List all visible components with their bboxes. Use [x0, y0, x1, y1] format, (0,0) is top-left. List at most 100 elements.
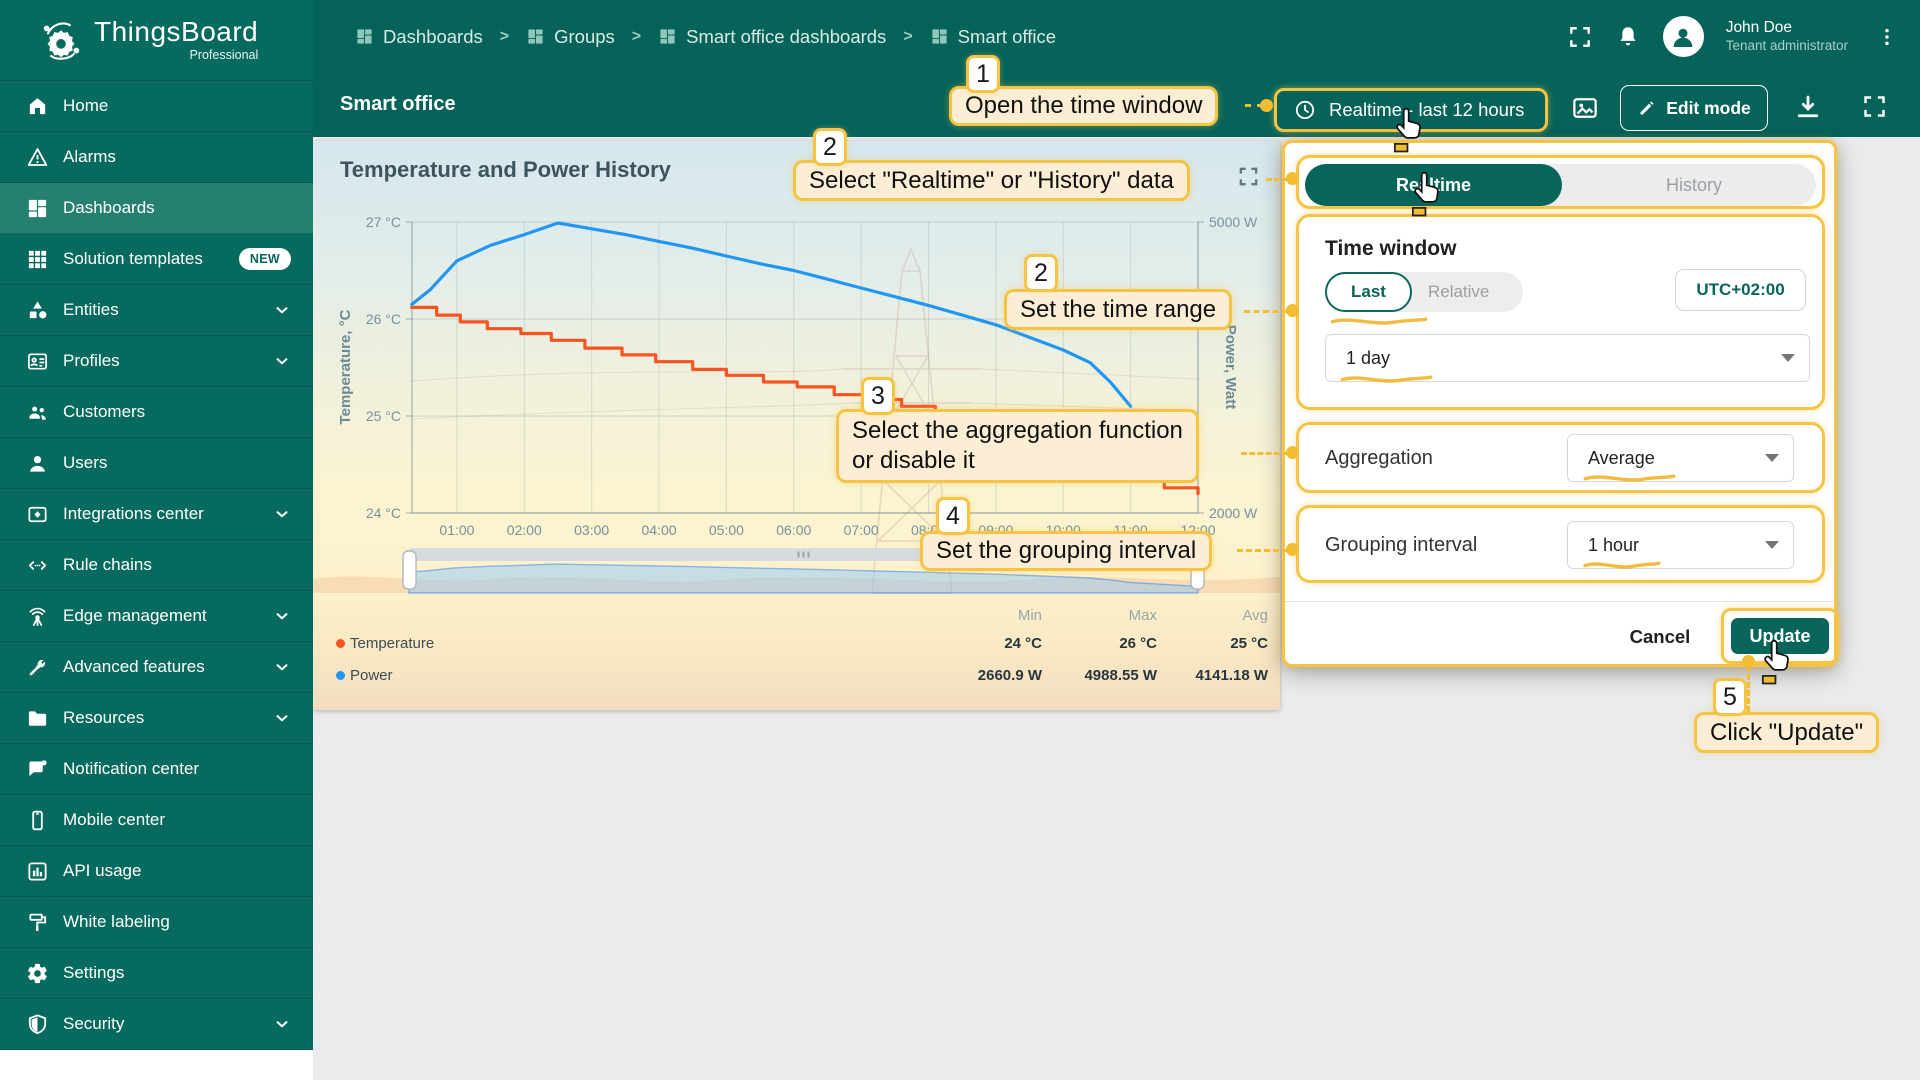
cancel-button[interactable]: Cancel [1615, 621, 1705, 653]
sidebar-item-entities[interactable]: Entities [0, 285, 313, 336]
annotation-5-number: 5 [1713, 678, 1747, 716]
user-role: Tenant administrator [1726, 38, 1848, 55]
last-relative-toggle: Last Relative [1325, 272, 1523, 312]
toggle-relative[interactable]: Relative [1412, 282, 1505, 302]
pencil-icon [1637, 99, 1656, 118]
hand-cursor-icon [1410, 170, 1446, 218]
grouping-label: Grouping interval [1325, 534, 1477, 557]
grouping-section: Grouping interval 1 hour [1296, 505, 1825, 583]
top-header: Dashboards>Groups>Smart office dashboard… [313, 0, 1920, 73]
avatar[interactable] [1663, 16, 1704, 57]
sidebar-item-label: Settings [63, 963, 291, 983]
chevron-down-icon [273, 301, 291, 319]
breadcrumb-item-3[interactable]: Smart office dashboards> [658, 26, 930, 48]
widget-expand-icon[interactable] [1237, 165, 1260, 188]
sidebar-item-api-usage[interactable]: API usage [0, 846, 313, 897]
toolbar-fullscreen-icon[interactable] [1861, 93, 1888, 120]
settings-icon [26, 962, 49, 985]
scribble-underline [1582, 471, 1677, 483]
sidebar-item-rule-chains[interactable]: Rule chains [0, 540, 313, 591]
sidebar-item-users[interactable]: Users [0, 438, 313, 489]
sidebar-item-settings[interactable]: Settings [0, 948, 313, 999]
sidebar-item-edge-management[interactable]: Edge management [0, 591, 313, 642]
kebab-menu-icon[interactable] [1876, 24, 1898, 50]
time-window-section: Time window Last Relative UTC+02:00 1 da… [1296, 214, 1825, 410]
sidebar-item-label: Resources [63, 708, 273, 728]
svg-text:Power, Watt: Power, Watt [1222, 325, 1239, 409]
toggle-last[interactable]: Last [1325, 272, 1412, 312]
integrations-icon [26, 503, 49, 526]
sidebar-item-home[interactable]: Home [0, 81, 313, 132]
edge-icon [26, 605, 49, 628]
sidebar-item-alarms[interactable]: Alarms [0, 132, 313, 183]
sidebar-item-solution-templates[interactable]: Solution templatesNEW [0, 234, 313, 285]
sidebar-item-label: Entities [63, 300, 273, 320]
sidebar-item-notification-center[interactable]: Notification center [0, 744, 313, 795]
legend-avg-value: 25 °C [1230, 635, 1268, 652]
x-tick-label: 05:00 [709, 522, 744, 538]
thingsboard-logo-icon [38, 17, 84, 63]
download-icon[interactable] [1793, 92, 1823, 122]
dashboard-grid-icon [658, 27, 677, 46]
sidebar-item-label: Rule chains [63, 555, 291, 575]
sidebar-item-label: Users [63, 453, 291, 473]
user-name: John Doe [1726, 18, 1848, 37]
sidebar-item-profiles[interactable]: Profiles [0, 336, 313, 387]
sidebar-item-label: Customers [63, 402, 291, 422]
sidebar-item-advanced-features[interactable]: Advanced features [0, 642, 313, 693]
sidebar-item-dashboards[interactable]: Dashboards [0, 183, 313, 234]
legend-avg-value: 4141.18 W [1195, 667, 1268, 684]
sidebar-item-label: Advanced features [63, 657, 273, 677]
annotation-2a-number: 2 [813, 128, 847, 166]
sidebar-item-resources[interactable]: Resources [0, 693, 313, 744]
legend-min-value: 2660.9 W [978, 667, 1042, 684]
annotation-4-label: Set the grouping interval [920, 531, 1212, 571]
scribble-underline [1329, 314, 1429, 326]
sidebar-item-mobile-center[interactable]: Mobile center [0, 795, 313, 846]
annotation-2a-label: Select "Realtime" or "History" data [793, 160, 1190, 201]
page-title: Smart office [340, 93, 456, 116]
breadcrumb-label: Groups [554, 26, 615, 48]
chart-title: Temperature and Power History [340, 157, 671, 183]
legend-dot [336, 671, 345, 680]
breadcrumb-item-4[interactable]: Smart office [930, 26, 1056, 48]
edit-mode-button[interactable]: Edit mode [1620, 85, 1768, 131]
notifications-bell-icon[interactable] [1615, 24, 1641, 50]
aggregation-section: Aggregation Average [1296, 422, 1825, 493]
sidebar-item-security[interactable]: Security [0, 999, 313, 1050]
annotation-1-number: 1 [966, 55, 1000, 93]
image-gallery-icon[interactable] [1570, 93, 1600, 123]
interval-value: 1 day [1346, 348, 1390, 369]
time-window-popup: Realtime History Time window Last Relati… [1282, 140, 1837, 667]
svg-text:27 °C: 27 °C [366, 214, 401, 230]
timezone-button[interactable]: UTC+02:00 [1675, 269, 1806, 311]
app-root: ThingsBoard Professional HomeAlarms Dashb… [0, 0, 1920, 1080]
breadcrumb-item-2[interactable]: Groups> [526, 26, 658, 48]
x-tick-label: 06:00 [776, 522, 811, 538]
sidebar-item-integrations-center[interactable]: Integrations center [0, 489, 313, 540]
sidebar-item-white-labeling[interactable]: White labeling [0, 897, 313, 948]
sidebar-item-label: Notification center [63, 759, 291, 779]
svg-text:2000 W: 2000 W [1209, 505, 1258, 521]
mobile-icon [26, 809, 49, 832]
annotation-3-label: Select the aggregation function or disab… [836, 409, 1199, 483]
sidebar-item-customers[interactable]: Customers [0, 387, 313, 438]
svg-text:24 °C: 24 °C [366, 505, 401, 521]
chevron-down-icon [1765, 454, 1779, 462]
scrubber-handle-left[interactable] [403, 551, 416, 589]
sidebar-item-label: Edge management [63, 606, 273, 626]
notification-icon [26, 758, 49, 781]
home-icon [26, 95, 49, 118]
fullscreen-icon[interactable] [1567, 24, 1593, 50]
app-logo[interactable]: ThingsBoard Professional [0, 0, 313, 81]
breadcrumb-label: Dashboards [383, 26, 483, 48]
breadcrumb-item-1[interactable]: Dashboards> [355, 26, 526, 48]
tab-history[interactable]: History [1572, 164, 1816, 206]
svg-text:26 °C: 26 °C [366, 311, 401, 327]
grouping-value: 1 hour [1588, 535, 1639, 556]
sidebar-item-label: Dashboards [63, 198, 291, 218]
sidebar: ThingsBoard Professional HomeAlarms Dashb… [0, 0, 313, 1080]
breadcrumb: Dashboards>Groups>Smart office dashboard… [355, 26, 1056, 48]
sidebar-item-label: Mobile center [63, 810, 291, 830]
x-tick-label: 02:00 [507, 522, 542, 538]
